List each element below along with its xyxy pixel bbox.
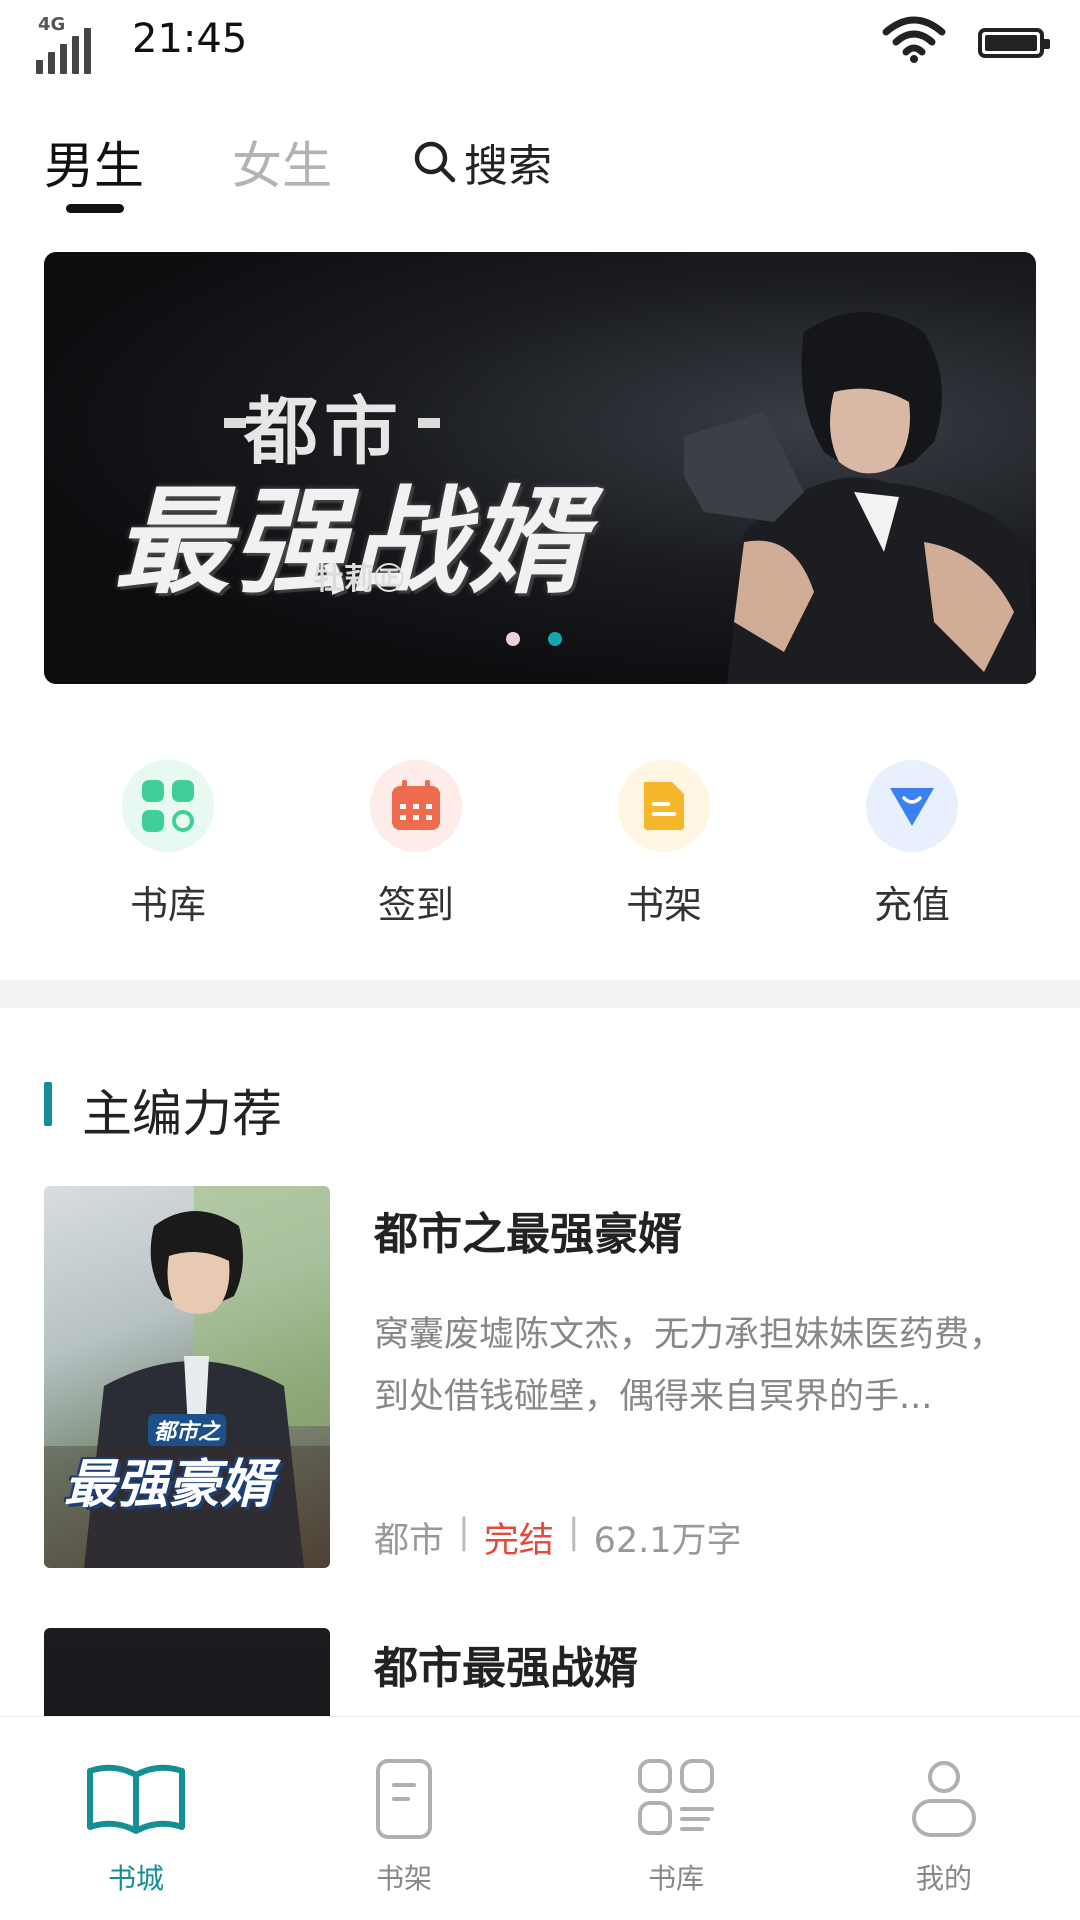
banner-dot-1[interactable] [506,632,520,646]
wifi-icon [882,16,946,63]
signal-icon: 4G [36,14,96,74]
book-status: 完结 [483,1521,554,1561]
banner-pagination [506,632,562,646]
meta-separator: | [458,1512,470,1552]
nav-label: 书城 [107,1862,164,1895]
quick-entry-recharge[interactable]: 充值 [812,760,1012,929]
nav-label: 书库 [647,1862,704,1895]
quick-entry-label: 书库 [129,883,206,927]
nav-profile[interactable]: 我的 [864,1757,1024,1897]
bottom-navigation: 书城 书架 书库 我的 [0,1716,1080,1920]
nav-label: 我的 [915,1862,972,1895]
book-cover-title: 最强豪婿 [64,1455,273,1515]
quick-entry-bookshelf[interactable]: 书架 [564,760,764,929]
nav-bookstore[interactable]: 书城 [56,1757,216,1897]
open-book-icon [87,1764,185,1834]
section-title: 主编力荐 [82,1085,282,1143]
banner-character-image [684,312,1036,684]
book-meta: 都市 | 完结 | 62.1万字 [374,1512,742,1563]
diamond-icon [890,788,934,826]
calendar-icon [392,780,440,830]
section-accent-bar [44,1082,52,1126]
search-label: 搜索 [464,141,552,192]
nav-bookshelf[interactable]: 书架 [324,1757,484,1897]
quick-entry-label: 充值 [873,883,950,927]
book-genre: 都市 [374,1521,445,1561]
section-divider [0,980,1080,1008]
book-title[interactable]: 都市之最强豪婿 [374,1198,682,1262]
active-tab-indicator [66,204,124,213]
quick-entry-library[interactable]: 书库 [68,760,268,929]
book-title[interactable]: 都市最强战婿 [374,1632,638,1696]
search-button[interactable]: 搜索 [412,130,552,194]
quick-entry-label: 书架 [625,883,702,927]
book-word-count: 62.1万字 [593,1521,742,1561]
promo-banner[interactable]: 都市 最强战婿 牡莉㊣ [44,252,1036,684]
book-cover[interactable] [44,1628,330,1718]
tab-female[interactable]: 女生 [232,126,332,198]
library-grid-icon [638,1759,714,1835]
quick-entry-checkin[interactable]: 签到 [316,760,516,929]
banner-author: 牡莉㊣ [314,562,404,597]
tab-male[interactable]: 男生 [44,126,144,198]
notebook-icon [376,1759,432,1839]
banner-dot-2[interactable] [548,632,562,646]
nav-library[interactable]: 书库 [596,1757,756,1897]
top-tabs: 男生 女生 搜索 [0,110,1080,220]
status-time: 21:45 [132,16,248,62]
status-bar: 4G 21:45 [0,0,1080,90]
search-icon [414,141,456,183]
document-icon [644,782,684,830]
quick-entry-row: 书库 签到 书架 充值 [0,760,1080,960]
battery-icon [978,28,1050,58]
grid-icon [142,780,194,832]
banner-dash-right [418,418,440,428]
book-item[interactable]: 都市之 最强豪婿 都市之最强豪婿 窝囊废墟陈文杰，无力承担妹妹医药费，到处借钱碰… [44,1186,1034,1576]
nav-label: 书架 [375,1862,432,1895]
book-item[interactable]: 都市最强战婿 [44,1628,1034,1718]
book-description: 窝囊废墟陈文杰，无力承担妹妹医药费，到处借钱碰壁，偶得来自冥界的手... [374,1315,1005,1417]
banner-dash-left [224,418,246,428]
book-cover[interactable]: 都市之 最强豪婿 [44,1186,330,1568]
meta-separator: | [567,1512,580,1552]
user-icon [912,1761,976,1837]
quick-entry-label: 签到 [377,883,454,927]
